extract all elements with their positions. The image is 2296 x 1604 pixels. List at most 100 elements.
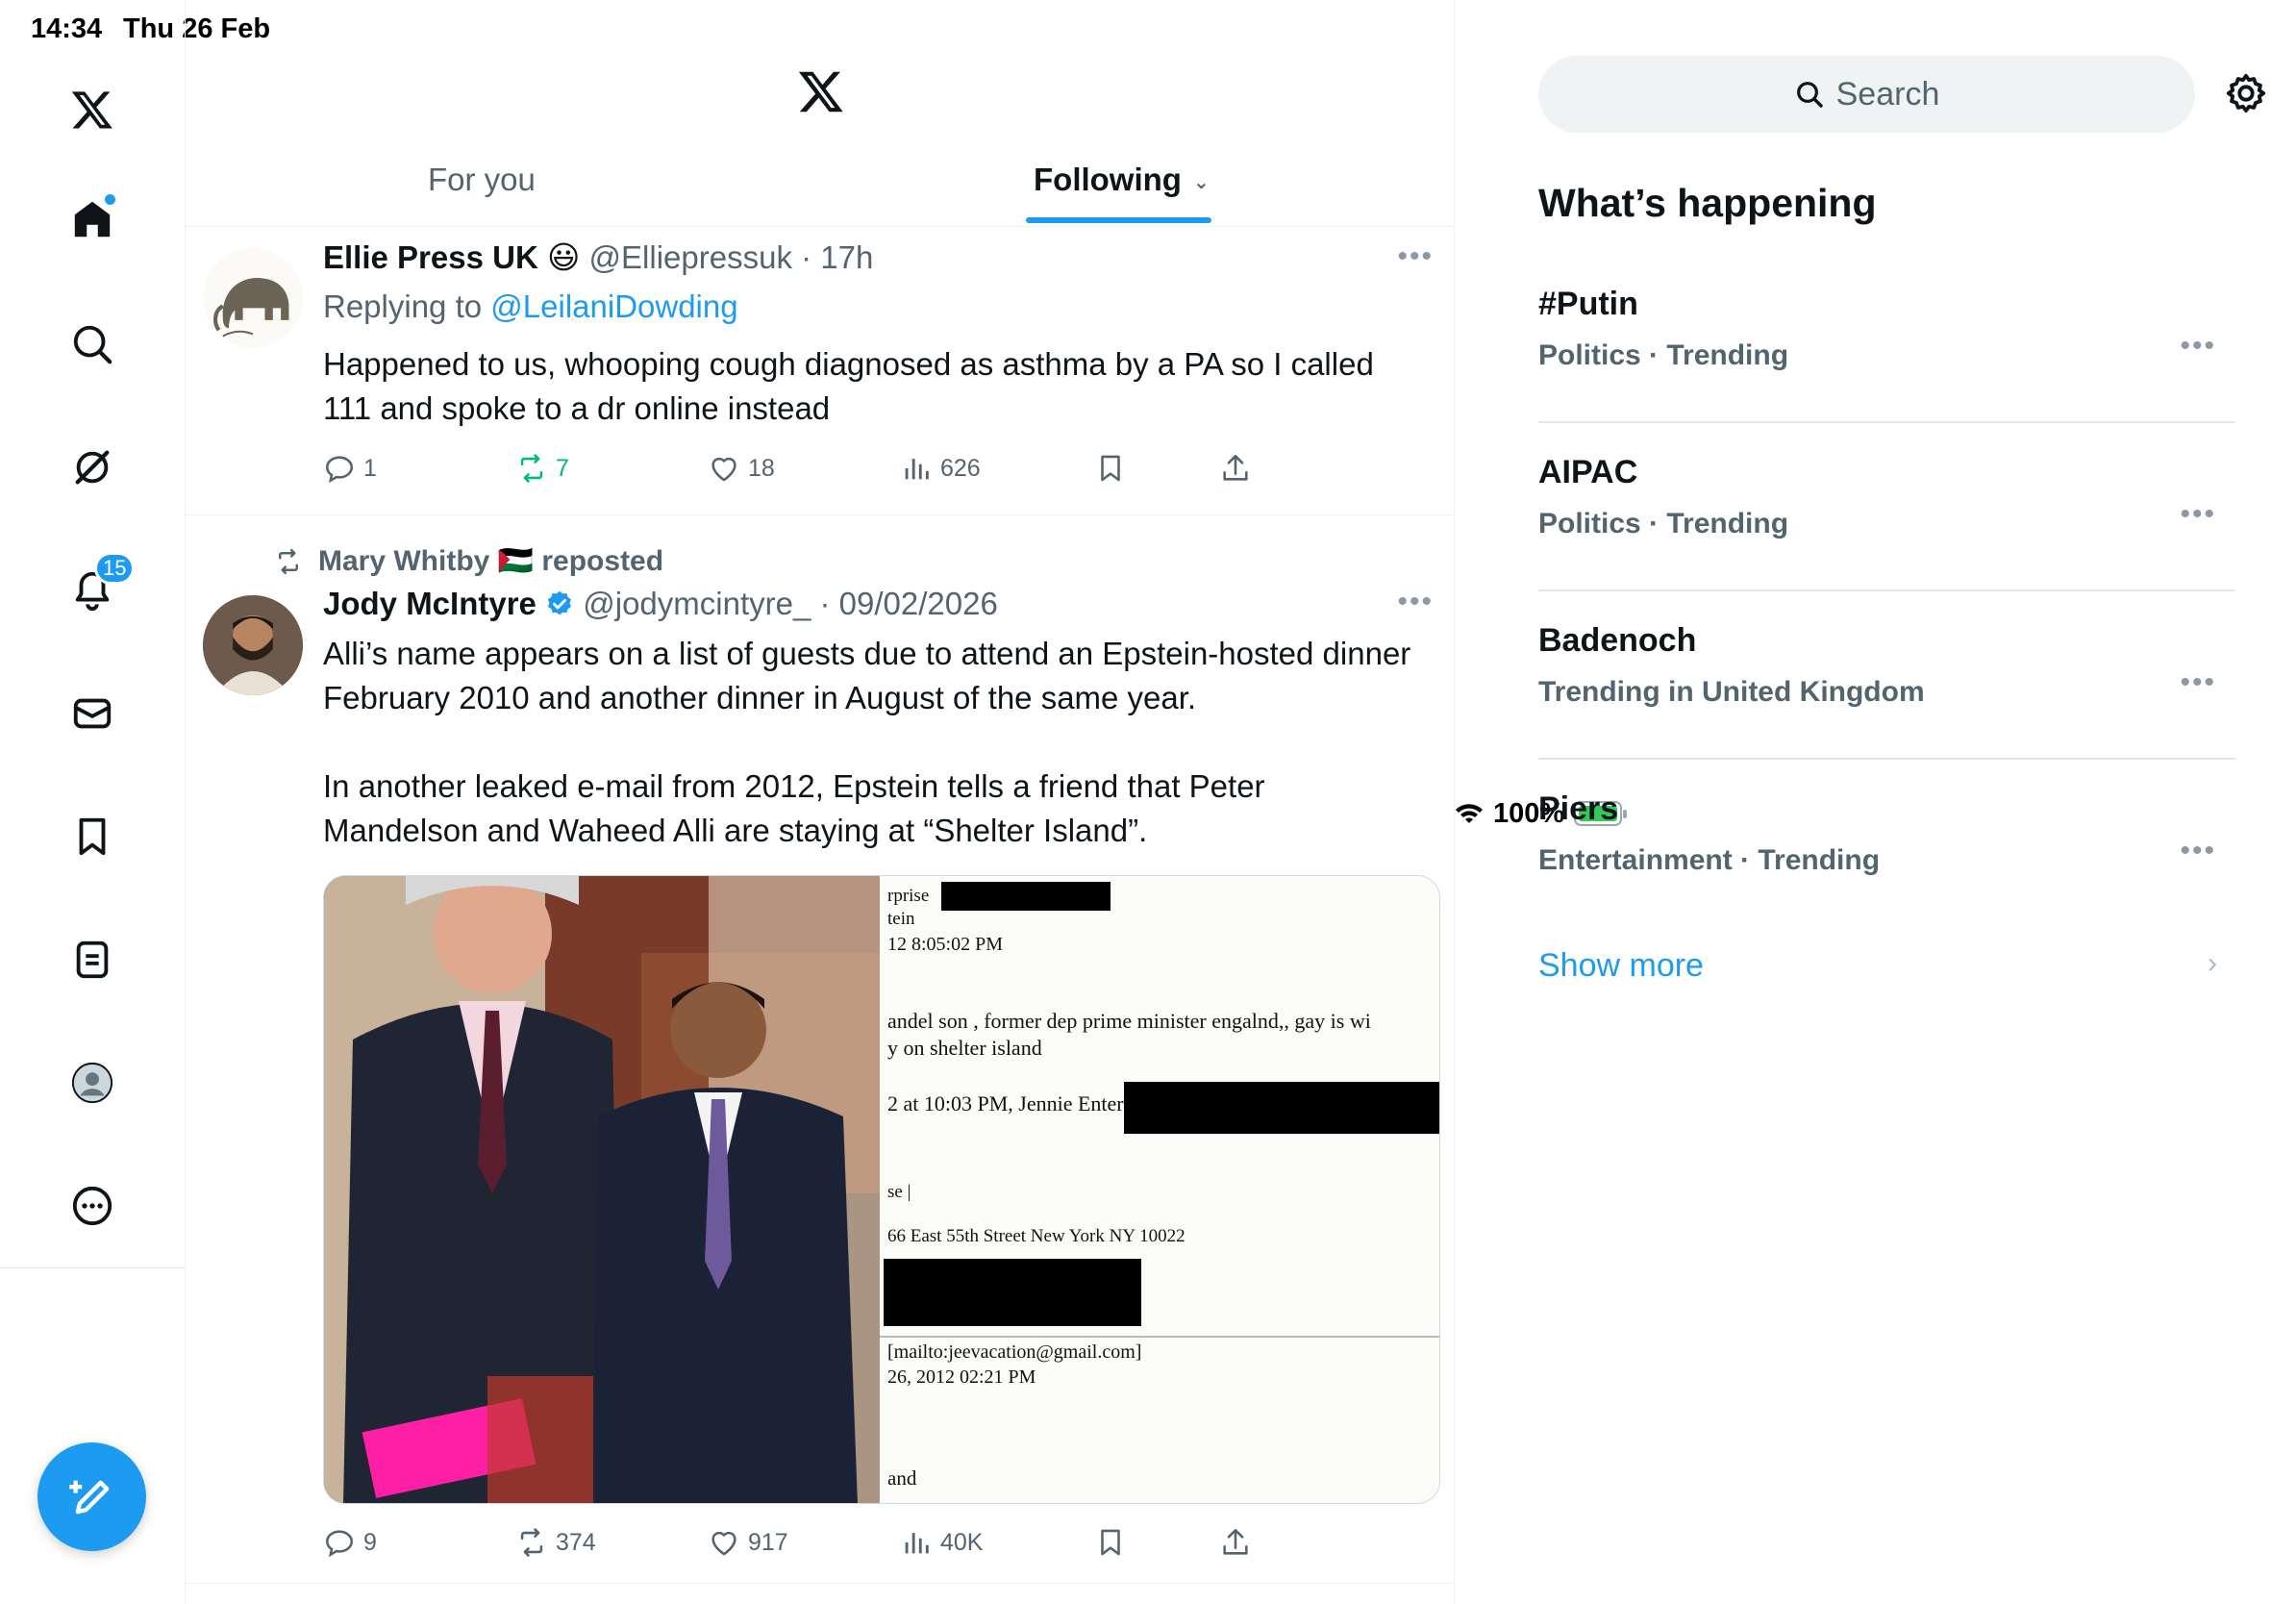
tweet-text-paragraph-2: In another leaked e-mail from 2012, Epst… [323,768,1265,848]
chevron-right-icon[interactable]: › [2208,947,2217,980]
tweet-time[interactable]: 09/02/2026 [839,586,998,621]
whats-happening-title: What’s happening [1538,181,1877,225]
like-button[interactable]: 917 [708,1526,788,1559]
bookmark-icon [1101,455,1120,482]
trend-name: Piers [1538,790,1619,827]
share-icon [1223,1528,1248,1555]
reposted-by: Mary Whitby 🇵🇸 reposted [274,544,663,578]
tweet-media[interactable]: rprise tein 12 8:05:02 PM andel son , fo… [323,875,1440,1504]
bookmarks-icon[interactable] [63,808,121,865]
author-handle[interactable]: @Elliepressuk [589,239,792,275]
repost-button[interactable]: 7 [515,452,569,485]
reply-icon [325,456,354,484]
tweet-actions: 1 7 18 626 [323,452,1285,494]
trend-more-icon[interactable]: ••• [2180,666,2216,699]
main-timeline: For you Following ⌄ Ellie Press UK 😃 @Ell… [186,0,1455,1604]
trend-meta: Politics · Trending [1538,508,1789,539]
reply-count: 1 [363,454,377,482]
tab-following-label: Following [1034,162,1182,197]
media-document[interactable]: rprise tein 12 8:05:02 PM andel son , fo… [880,876,1439,1503]
like-button[interactable]: 18 [708,452,775,485]
profile-avatar-icon[interactable] [63,1054,121,1112]
repost-button[interactable]: 374 [515,1526,596,1559]
trend-item[interactable]: Badenoch Trending in United Kingdom ••• [1538,591,2235,760]
repost-count: 7 [556,454,569,482]
settings-gear-icon[interactable] [2224,71,2268,115]
tab-following[interactable]: Following ⌄ [1034,162,1210,198]
more-options-icon[interactable]: ••• [1397,240,1434,273]
notifications-icon[interactable]: 15 [63,552,136,619]
separator-dot: · [811,586,839,621]
trend-item[interactable]: Piers Entertainment · Trending ••• [1538,760,2235,928]
tweet-card[interactable]: Mary Whitby 🇵🇸 reposted Jody McIntyre @j… [186,516,1455,1584]
trend-meta: Politics · Trending [1538,339,1789,371]
compose-icon [68,1480,109,1514]
more-options-icon[interactable] [63,1177,121,1235]
views-button[interactable]: 626 [900,452,981,485]
doc-line: se | [887,1182,911,1202]
home-icon[interactable] [63,190,121,248]
trend-item[interactable]: AIPAC Politics · Trending ••• [1538,423,2235,591]
lists-icon[interactable] [63,931,121,989]
timeline-tabs: For you Following ⌄ [186,144,1455,227]
trend-name: Badenoch [1538,622,1697,659]
tab-for-you[interactable]: For you [428,162,536,198]
tweet-card[interactable]: Ellie Press UK 😃 @Elliepressuk · 17h •••… [186,229,1455,515]
like-count: 917 [748,1528,788,1556]
person-avatar-icon [203,595,303,695]
doc-line: [mailto:jeevacation@gmail.com] [887,1341,1142,1363]
nav-divider [0,1267,186,1268]
redaction-bar [1124,1082,1439,1134]
tweet-header: Jody McIntyre @jodymcintyre_ · 09/02/202… [323,586,998,622]
tweet-header: Ellie Press UK 😃 @Elliepressuk · 17h [323,238,873,276]
trend-more-icon[interactable]: ••• [2180,835,2216,867]
avatar[interactable] [203,595,303,695]
reposted-by-text[interactable]: Mary Whitby 🇵🇸 reposted [318,544,663,578]
trend-item[interactable]: #Putin Politics · Trending ••• [1538,255,2235,423]
right-sidebar: Search What’s happening #Putin Politics … [1455,0,2296,1604]
trend-more-icon[interactable]: ••• [2180,498,2216,531]
replying-prefix: Replying to [323,288,483,324]
replying-to-link[interactable]: @LeilaniDowding [490,288,737,324]
photo-two-men-image [324,876,880,1503]
share-icon [1223,454,1248,481]
bookmark-button[interactable] [1094,1526,1127,1559]
trend-meta: Trending in United Kingdom [1538,676,1925,708]
tweet-text: Alli’s name appears on a list of guests … [323,636,1411,715]
media-photo[interactable] [324,876,880,1503]
views-button[interactable]: 40K [900,1526,983,1559]
messages-icon[interactable] [63,685,121,742]
search-icon[interactable] [63,315,121,373]
compose-button[interactable] [37,1442,146,1551]
doc-line: tein [887,909,915,929]
trend-more-icon[interactable]: ••• [2180,330,2216,363]
separator-dot: · [791,239,821,275]
reply-button[interactable]: 1 [323,452,377,485]
grok-icon[interactable] [63,439,121,496]
author-name[interactable]: Ellie Press UK [323,239,538,275]
author-handle[interactable]: @jodymcintyre_ [583,586,811,621]
tweet-time[interactable]: 17h [820,239,873,275]
home-unread-dot [105,194,115,205]
trend-name: AIPAC [1538,454,1638,490]
search-bar[interactable]: Search [1538,56,2195,133]
avatar[interactable] [203,248,303,348]
doc-line: 12 8:05:02 PM [887,934,1004,955]
repost-icon [520,454,543,483]
more-options-icon[interactable]: ••• [1397,586,1434,618]
x-logo-nav-icon[interactable] [63,81,121,138]
replying-to: Replying to @LeilaniDowding [323,288,738,325]
share-button[interactable] [1219,1526,1252,1559]
reply-button[interactable]: 9 [323,1526,377,1559]
x-logo-icon[interactable] [797,67,845,115]
author-name[interactable]: Jody McIntyre [323,586,537,621]
doc-line: y on shelter island [887,1036,1042,1060]
reply-count: 9 [363,1528,377,1556]
share-button[interactable] [1219,452,1252,485]
views-chart-icon [905,1533,929,1554]
views-count: 626 [940,454,981,482]
views-chart-icon [905,459,929,480]
show-more-link[interactable]: Show more [1538,947,1704,985]
bookmark-button[interactable] [1094,452,1127,485]
trend-meta: Entertainment · Trending [1538,844,1881,876]
